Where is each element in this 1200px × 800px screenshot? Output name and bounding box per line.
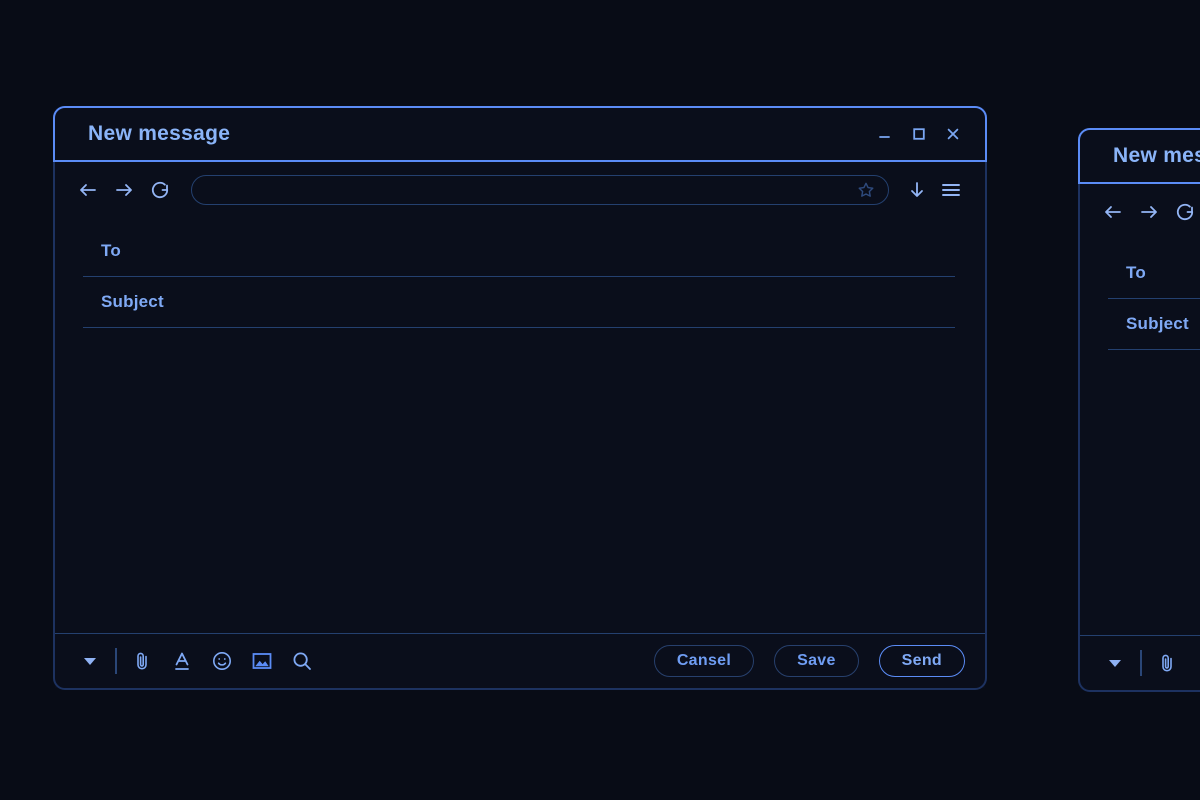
- browser-toolbar: [55, 162, 985, 218]
- formatting-toolbar: [129, 648, 315, 674]
- message-body-input[interactable]: [55, 328, 985, 633]
- message-body-input[interactable]: [1080, 350, 1200, 635]
- back-arrow-icon[interactable]: [75, 177, 101, 203]
- footer-divider: [115, 648, 117, 674]
- field-label-subject: Subject: [101, 292, 164, 311]
- star-icon[interactable]: [856, 180, 876, 200]
- browser-toolbar: [1080, 184, 1200, 240]
- field-label-to: To: [1126, 263, 1146, 282]
- field-row-subject[interactable]: Subject: [83, 277, 955, 328]
- text-format-icon[interactable]: [169, 648, 195, 674]
- field-row-subject[interactable]: Subject: [1108, 299, 1200, 350]
- attachment-icon[interactable]: [1154, 650, 1180, 676]
- forward-arrow-icon[interactable]: [1136, 199, 1162, 225]
- reload-icon[interactable]: [147, 177, 173, 203]
- hamburger-menu-icon[interactable]: [939, 178, 963, 202]
- window-title: New message: [1113, 144, 1200, 167]
- caret-down-icon[interactable]: [73, 646, 107, 676]
- field-label-subject: Subject: [1126, 314, 1189, 333]
- text-format-icon[interactable]: [1194, 650, 1200, 676]
- footer-divider: [1140, 650, 1142, 676]
- attachment-icon[interactable]: [129, 648, 155, 674]
- send-button[interactable]: Send: [878, 645, 965, 677]
- compose-footer: Cansel Save Send: [1080, 635, 1200, 690]
- window-title: New message: [88, 122, 231, 145]
- download-arrow-icon[interactable]: [905, 178, 929, 202]
- compose-footer: Cansel Save Send: [55, 633, 985, 688]
- save-button[interactable]: Save: [774, 645, 859, 677]
- minimize-icon[interactable]: [875, 124, 895, 144]
- window-titlebar[interactable]: New message: [1078, 128, 1200, 184]
- caret-down-icon[interactable]: [1098, 648, 1132, 678]
- compose-window-primary[interactable]: To Subject Cansel Save Send New message: [53, 106, 987, 690]
- compose-fields: To Subject: [1080, 240, 1200, 350]
- maximize-icon[interactable]: [909, 124, 929, 144]
- close-icon[interactable]: [943, 124, 963, 144]
- emoji-icon[interactable]: [209, 648, 235, 674]
- field-row-to[interactable]: To: [1108, 248, 1200, 299]
- field-label-to: To: [101, 241, 121, 260]
- footer-actions: Cansel Save Send: [653, 645, 965, 677]
- url-input[interactable]: [191, 175, 889, 205]
- image-icon[interactable]: [249, 648, 275, 674]
- window-titlebar[interactable]: New message: [53, 106, 987, 162]
- search-icon[interactable]: [289, 648, 315, 674]
- cancel-button[interactable]: Cansel: [653, 645, 755, 677]
- forward-arrow-icon[interactable]: [111, 177, 137, 203]
- formatting-toolbar: [1154, 650, 1200, 676]
- window-body: To Subject: [53, 106, 987, 690]
- back-arrow-icon[interactable]: [1100, 199, 1126, 225]
- window-controls: [875, 124, 963, 144]
- reload-icon[interactable]: [1172, 199, 1198, 225]
- window-body: To Subject: [1078, 128, 1200, 692]
- compose-window-secondary[interactable]: To Subject New me: [1078, 128, 1200, 692]
- compose-fields: To Subject: [55, 218, 985, 328]
- field-row-to[interactable]: To: [83, 226, 955, 277]
